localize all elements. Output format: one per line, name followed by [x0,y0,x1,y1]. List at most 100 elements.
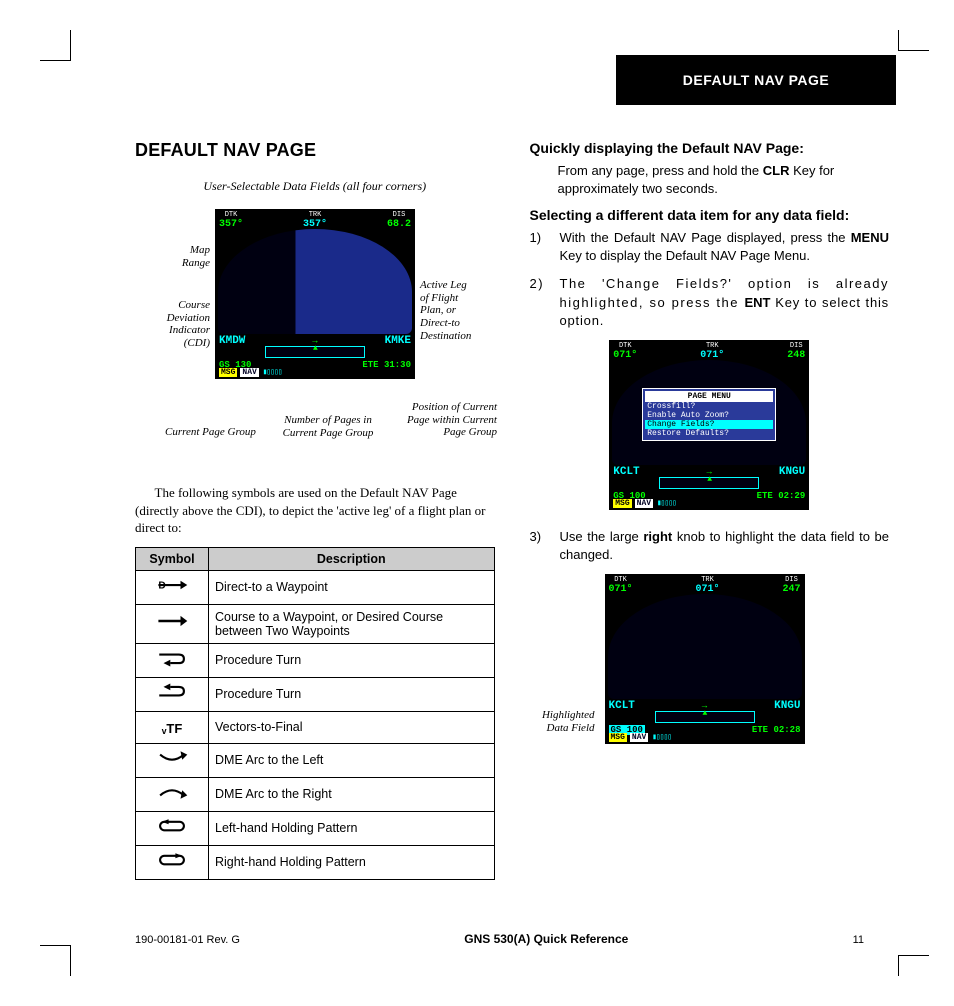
wp-to: KNGU [779,466,805,478]
subhead-quick-display: Quickly displaying the Default NAV Page: [530,140,890,156]
symbol-desc: Direct-to a Waypoint [209,570,495,604]
nav-indicator: NAV [635,499,653,508]
menu-opt-change-fields: Change Fields? [645,420,773,429]
gps-status-bar: MSGNAV ▮▯▯▯▯ [219,367,411,377]
gps-screenshot-1: DTK357° TRK357° DIS68.2 KMDW → KMKE GS 1… [215,209,415,379]
dtk-value: 071° [609,584,633,595]
wp-from: KMDW [219,335,245,347]
wp-to: KMKE [385,335,411,347]
symbol-dme-right-icon [136,777,209,811]
dtk-label: DTK [219,211,243,219]
symbol-desc: Course to a Waypoint, or Desired Course … [209,604,495,643]
symbol-desc: DME Arc to the Right [209,777,495,811]
symbol-desc: Vectors-to-Final [209,711,495,743]
wp-to: KNGU [774,700,800,712]
text: With the Default NAV Page displayed, pre… [560,230,851,245]
table-row: Procedure Turn [136,677,495,711]
crop-mark [898,955,929,976]
symbol-course-to-icon [136,604,209,643]
page-bars-icon: ▮▯▯▯▯ [259,368,282,377]
steps-list-cont: Use the large right knob to highlight th… [530,528,890,564]
symbol-desc: DME Arc to the Left [209,743,495,777]
cdi-bar [655,711,755,723]
menu-opt-crossfill: Crossfill? [645,402,773,411]
step-3: Use the large right knob to highlight th… [530,528,890,564]
annot-page-position: Position of Current Page within Current … [387,401,497,439]
footer-pagenum: 11 [853,934,864,946]
page-menu: PAGE MENU Crossfill? Enable Auto Zoom? C… [642,388,776,441]
text: From any page, press and hold the [558,163,763,178]
dtk-value: 357° [219,219,243,230]
symbol-desc: Left-hand Holding Pattern [209,811,495,845]
subhead-select-field: Selecting a different data item for any … [530,207,890,223]
ent-key: ENT [744,295,770,310]
text: Key to display the Default NAV Page Menu… [560,248,811,263]
symbol-hold-left-icon [136,811,209,845]
gps-status-bar: MSG NAV ▮▯▯▯▯ [613,498,805,508]
annot-current-page-group: Current Page Group [165,426,275,439]
footer-title: GNS 530(A) Quick Reference [464,932,628,946]
symbol-direct-to-icon: D [136,570,209,604]
dis-label: DIS [782,576,800,584]
text: Use the large [560,529,644,544]
dis-value: 248 [787,350,805,361]
page-bars-icon: ▮▯▯▯▯ [648,733,671,742]
section-title: DEFAULT NAV PAGE [135,140,495,161]
annot-map-range: Map Range [135,244,210,269]
msg-indicator: MSG [219,368,237,377]
symbol-proc-turn-1-icon [136,643,209,677]
trk-label: TRK [303,211,327,219]
annot-active-leg: Active Leg of Flight Plan, or Direct-to … [420,279,495,342]
cdi-bar [265,346,365,358]
menu-opt-autozoom: Enable Auto Zoom? [645,411,773,420]
table-row: Course to a Waypoint, or Desired Course … [136,604,495,643]
dtk-value: 071° [613,350,637,361]
table-row: Right-hand Holding Pattern [136,845,495,879]
para-quick-display: From any page, press and hold the CLR Ke… [558,162,890,197]
menu-key: MENU [851,230,889,245]
wp-from: KCLT [609,700,635,712]
right-column: Quickly displaying the Default NAV Page:… [530,140,890,880]
annot-highlighted-field: Highlighted Data Field [525,709,595,733]
symbol-hold-right-icon [136,845,209,879]
menu-opt-restore: Restore Defaults? [645,429,773,438]
page-bars-icon: ▮▯▯▯▯ [653,499,676,508]
header-tab: DEFAULT NAV PAGE [616,55,896,105]
intro-paragraph: The following symbols are used on the De… [135,484,495,537]
symbol-table: Symbol Description D Direct-to a Waypoint… [135,547,495,880]
th-description: Description [209,547,495,570]
left-column: DEFAULT NAV PAGE User-Selectable Data Fi… [135,140,495,880]
clr-key: CLR [763,163,790,178]
steps-list: With the Default NAV Page displayed, pre… [530,229,890,330]
th-symbol: Symbol [136,547,209,570]
cdi-bar [659,477,759,489]
gps-screenshot-3: DTK071° TRK071° DIS247 KCLT → KNGU GS 10… [605,574,805,744]
dis-value: 68.2 [387,219,411,230]
step-2: The 'Change Fields?' option is already h… [530,275,890,330]
nav-indicator: NAV [630,733,648,742]
msg-indicator: MSG [613,499,631,508]
menu-header: PAGE MENU [645,391,773,402]
annotated-diagram: User-Selectable Data Fields (all four co… [135,179,495,474]
crop-mark [898,30,929,51]
table-row: ᵥTFVectors-to-Final [136,711,495,743]
table-row: D Direct-to a Waypoint [136,570,495,604]
dis-label: DIS [787,342,805,350]
gps3-wrap: Highlighted Data Field DTK071° TRK071° D… [530,574,890,744]
crop-mark [40,945,71,976]
annot-user-fields: User-Selectable Data Fields (all four co… [135,179,495,194]
crop-mark [40,30,71,61]
gps-map-area [218,229,412,334]
table-row: Left-hand Holding Pattern [136,811,495,845]
symbol-desc: Procedure Turn [209,643,495,677]
symbol-desc: Procedure Turn [209,677,495,711]
right-knob: right [643,529,672,544]
footer-docnum: 190-00181-01 Rev. G [135,934,240,946]
svg-text:D: D [158,580,165,591]
trk-label: TRK [700,342,724,350]
symbol-dme-left-icon [136,743,209,777]
content-columns: DEFAULT NAV PAGE User-Selectable Data Fi… [135,140,889,880]
wp-from: KCLT [613,466,639,478]
gps-map-area [608,594,802,699]
nav-indicator: NAV [240,368,258,377]
